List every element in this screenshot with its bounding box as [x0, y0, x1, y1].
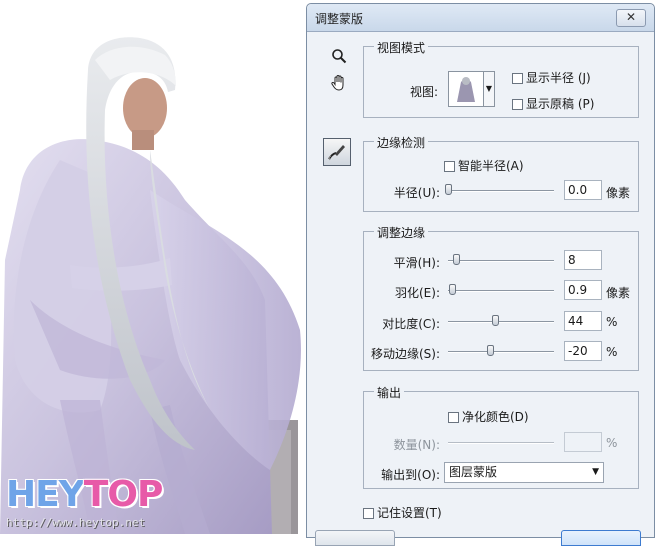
amount-input: [564, 432, 602, 452]
zoom-icon: [332, 49, 347, 64]
refine-radius-brush-icon: [328, 145, 345, 161]
dialog-title: 调整蒙版: [315, 12, 364, 26]
feather-slider-thumb[interactable]: [449, 284, 457, 295]
logo-part-hey: HEY: [6, 474, 85, 515]
close-icon: ✕: [625, 10, 637, 24]
output-to-value: 图层蒙版: [449, 465, 498, 479]
masked-photo: HEYTOP http://www.heytop.net: [0, 0, 310, 535]
close-button[interactable]: ✕: [616, 9, 646, 27]
feather-label: 羽化(E):: [395, 286, 440, 300]
smart-radius-label: 智能半径(A): [458, 159, 524, 173]
cancel-button[interactable]: [315, 530, 395, 546]
hand-tool-button[interactable]: [329, 74, 349, 94]
radius-label: 半径(U):: [393, 186, 440, 200]
dialog-titlebar[interactable]: 调整蒙版 ✕: [307, 4, 654, 32]
output-legend: 输出: [374, 384, 405, 401]
contrast-slider-thumb[interactable]: [491, 315, 499, 326]
radius-unit: 像素: [606, 186, 631, 200]
smooth-slider-thumb[interactable]: [453, 254, 461, 265]
remember-settings-checkbox[interactable]: 记住设置(T): [363, 504, 442, 521]
zoom-tool-button[interactable]: [329, 48, 349, 68]
adjust-edge-legend: 调整边缘: [374, 224, 429, 241]
shift-edge-input[interactable]: -20: [564, 341, 602, 361]
show-radius-checkbox[interactable]: 显示半径 (J): [512, 69, 591, 86]
woman-in-white-hanfu-image: [0, 37, 301, 535]
amount-label: 数量(N):: [393, 438, 440, 452]
output-group: 输出 净化颜色(D) 数量(N): % 输出到(O): 图层蒙版 ▼: [363, 384, 639, 489]
smooth-label: 平滑(H):: [393, 256, 440, 270]
radius-input[interactable]: 0.0: [564, 180, 602, 200]
view-mode-legend: 视图模式: [374, 39, 429, 56]
shift-edge-label: 移动边缘(S):: [370, 347, 440, 361]
amount-unit: %: [606, 436, 618, 450]
contrast-input[interactable]: 44: [564, 311, 602, 331]
show-original-label: 显示原稿 (P): [526, 97, 595, 111]
view-dropdown-button[interactable]: ▼: [484, 71, 495, 107]
shift-edge-slider-thumb[interactable]: [487, 345, 495, 356]
decontaminate-label: 净化颜色(D): [462, 410, 529, 424]
remember-settings-checkbox-box[interactable]: [363, 508, 374, 519]
show-original-checkbox-box[interactable]: [512, 99, 523, 110]
show-radius-label: 显示半径 (J): [526, 71, 591, 85]
feather-input[interactable]: 0.9: [564, 280, 602, 300]
view-preview-thumbnail[interactable]: [448, 71, 484, 107]
chevron-down-icon: ▼: [485, 84, 493, 93]
edge-detection-legend: 边缘检测: [374, 134, 429, 151]
decontaminate-checkbox[interactable]: 净化颜色(D): [448, 408, 529, 425]
feather-unit: 像素: [606, 286, 631, 300]
remember-settings-label: 记住设置(T): [377, 506, 442, 520]
chevron-down-icon: ▼: [592, 467, 599, 477]
refine-mask-dialog: 调整蒙版 ✕ 视图模式 视图: ▼ 显示半径 (J) 显示原稿 (P) 边缘检测…: [306, 3, 655, 546]
edge-detection-group: 边缘检测 智能半径(A) 半径(U): 0.0 像素: [363, 134, 639, 212]
logo-part-top: TOP: [83, 474, 164, 515]
feather-slider-track[interactable]: [448, 284, 554, 295]
smooth-input[interactable]: 8: [564, 250, 602, 270]
adjust-edge-group: 调整边缘 平滑(H): 8 羽化(E): 0.9 像素 对比度(C): 44 %…: [363, 224, 639, 371]
smart-radius-checkbox-box[interactable]: [444, 161, 455, 172]
hand-icon: [331, 74, 344, 91]
output-to-select[interactable]: 图层蒙版 ▼: [444, 462, 604, 483]
radius-slider-track[interactable]: [445, 184, 554, 195]
shift-edge-slider-track[interactable]: [448, 345, 554, 356]
show-original-checkbox[interactable]: 显示原稿 (P): [512, 95, 594, 112]
ok-button[interactable]: [561, 530, 641, 546]
contrast-label: 对比度(C):: [382, 317, 440, 331]
contrast-unit: %: [606, 315, 618, 329]
output-to-label: 输出到(O):: [381, 468, 440, 482]
view-label: 视图:: [410, 85, 439, 99]
contrast-slider-track[interactable]: [448, 315, 554, 326]
heytop-logo: HEYTOP: [6, 474, 164, 515]
amount-slider-track: [448, 442, 554, 444]
view-preview-image: [449, 72, 483, 106]
radius-slider-thumb[interactable]: [445, 184, 452, 195]
smart-radius-checkbox[interactable]: 智能半径(A): [444, 157, 524, 174]
refine-radius-tool-button[interactable]: [323, 138, 351, 166]
decontaminate-checkbox-box[interactable]: [448, 412, 459, 423]
watermark-url: http://www.heytop.net: [6, 516, 146, 529]
shift-edge-unit: %: [606, 345, 618, 359]
show-radius-checkbox-box[interactable]: [512, 73, 523, 84]
view-mode-group: 视图模式 视图: ▼ 显示半径 (J) 显示原稿 (P): [363, 39, 639, 118]
smooth-slider-track[interactable]: [448, 254, 554, 265]
